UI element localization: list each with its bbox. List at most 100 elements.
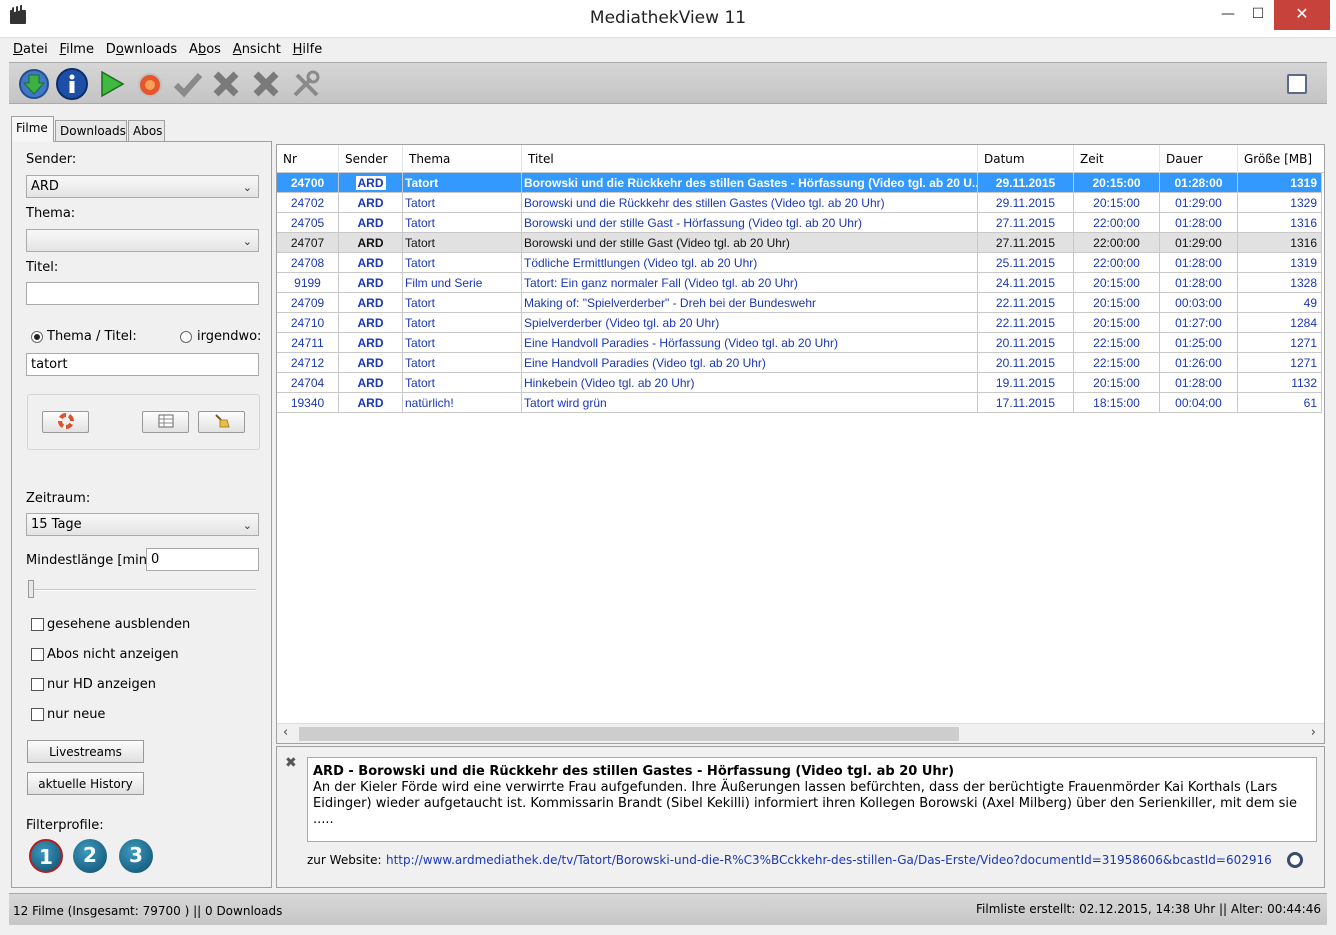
zeitraum-select[interactable]: 15 Tage ⌄: [26, 513, 259, 536]
cell-sender: ARD: [339, 333, 403, 353]
sender-select[interactable]: ARD ⌄: [26, 175, 259, 198]
tab-downloads[interactable]: Downloads: [55, 120, 127, 141]
table-row[interactable]: 24712 ARD Tatort Eine Handvoll Paradies (Vi…: [277, 353, 1322, 373]
sender-badge: ARD: [357, 196, 384, 210]
cell-datum: 17.11.2015: [978, 393, 1074, 413]
radio-irgendwo-label: irgendwo:: [197, 329, 262, 344]
delete-all-icon[interactable]: [249, 67, 283, 101]
mindestlaenge-slider-handle[interactable]: [28, 580, 34, 598]
table-row[interactable]: 24705 ARD Tatort Borowski und der stille Ga…: [277, 213, 1322, 233]
table-row[interactable]: 9199 ARD Film und Serie Tatort: Ein ganz no…: [277, 273, 1322, 293]
info-icon[interactable]: [55, 67, 89, 101]
cell-zeit: 20:15:00: [1074, 273, 1160, 293]
titel-input[interactable]: [26, 282, 259, 305]
cell-datum: 19.11.2015: [978, 373, 1074, 393]
column-header-dauer[interactable]: Dauer: [1160, 145, 1238, 173]
column-header-zeit[interactable]: Zeit: [1074, 145, 1160, 173]
checkbox-hd[interactable]: [31, 678, 44, 691]
menu-datei[interactable]: Datei: [9, 39, 52, 57]
cell-titel: Borowski und die Rückkehr des stillen Ga…: [522, 193, 978, 213]
cell-dauer: 00:03:00: [1160, 293, 1238, 313]
cell-nr: 24709: [277, 293, 339, 313]
table-row[interactable]: 24709 ARD Tatort Making of: "Spielverderber…: [277, 293, 1322, 313]
column-header-sender[interactable]: Sender: [339, 145, 403, 173]
menu-ansicht[interactable]: Ansicht: [229, 39, 285, 57]
cell-thema: Tatort: [403, 173, 522, 193]
profile-2-button[interactable]: 2: [73, 839, 107, 873]
search-input[interactable]: tatort: [26, 353, 259, 376]
table-row[interactable]: 24710 ARD Tatort Spielverderber (Video tgl.…: [277, 313, 1322, 333]
column-header-nr[interactable]: Nr: [277, 145, 339, 173]
column-header-groesse[interactable]: Größe [MB]: [1238, 145, 1324, 173]
cell-sender: ARD: [339, 233, 403, 253]
cell-titel: Tatort: Ein ganz normaler Fall (Video tg…: [522, 273, 978, 293]
checkmark-icon[interactable]: [171, 67, 205, 101]
table-row[interactable]: 24711 ARD Tatort Eine Handvoll Paradies - H…: [277, 333, 1322, 353]
menu-filme[interactable]: Filme: [56, 39, 98, 57]
menu-bar: Datei Filme Downloads Abos Ansicht Hilfe: [9, 39, 1327, 61]
horizontal-scrollbar[interactable]: ‹ ›: [277, 723, 1324, 743]
cell-sender: ARD: [339, 273, 403, 293]
delete-icon[interactable]: [209, 67, 243, 101]
sender-badge: ARD: [357, 376, 384, 390]
website-link[interactable]: http://www.ardmediathek.de/tv/Tatort/Bor…: [386, 853, 1272, 867]
sender-badge: ARD: [357, 396, 384, 410]
fullscreen-icon[interactable]: [1287, 74, 1307, 94]
sender-badge: ARD: [357, 336, 384, 350]
table-row[interactable]: 24702 ARD Tatort Borowski und die Rückkehr …: [277, 193, 1322, 213]
cell-titel: Hinkebein (Video tgl. ab 20 Uhr): [522, 373, 978, 393]
scroll-left-icon[interactable]: ‹: [283, 725, 288, 740]
cell-zeit: 20:15:00: [1074, 173, 1160, 193]
cell-titel: Making of: "Spielverderber" - Dreh bei d…: [522, 293, 978, 313]
table-row[interactable]: 24707 ARD Tatort Borowski und der stille Ga…: [277, 233, 1322, 253]
zeitraum-value: 15 Tage: [31, 517, 82, 532]
reset-filter-button[interactable]: [42, 411, 89, 433]
sender-value: ARD: [31, 179, 59, 194]
gear-icon[interactable]: [1287, 852, 1303, 868]
radio-thema-titel[interactable]: [31, 331, 43, 343]
mindestlaenge-input[interactable]: 0: [146, 548, 259, 571]
column-header-titel[interactable]: Titel: [522, 145, 978, 173]
thema-select[interactable]: ⌄: [26, 229, 259, 252]
table-layout-button[interactable]: [142, 411, 189, 433]
checkbox-abos[interactable]: [31, 648, 44, 661]
menu-abos[interactable]: Abos: [185, 39, 225, 57]
clear-filter-button[interactable]: [198, 411, 245, 433]
menu-hilfe[interactable]: Hilfe: [289, 39, 327, 57]
cell-groesse: 1284: [1238, 313, 1322, 333]
scrollbar-thumb[interactable]: [299, 727, 959, 741]
cell-groesse: 1132: [1238, 373, 1322, 393]
settings-tools-icon[interactable]: [289, 67, 323, 101]
column-header-datum[interactable]: Datum: [978, 145, 1074, 173]
table-row[interactable]: 24700 ARD Tatort Borowski und die Rückkehr …: [277, 173, 1322, 193]
table-row[interactable]: 24708 ARD Tatort Tödliche Ermittlungen (Vid…: [277, 253, 1322, 273]
description-text: An der Kieler Förde wird eine verwirrte …: [313, 780, 1298, 827]
checkbox-neue[interactable]: [31, 708, 44, 721]
mindestlaenge-slider-track[interactable]: [28, 589, 256, 591]
play-icon[interactable]: [95, 67, 129, 101]
cell-datum: 25.11.2015: [978, 253, 1074, 273]
tab-abos[interactable]: Abos: [128, 120, 165, 141]
table-icon: [158, 414, 173, 428]
cell-titel: Borowski und die Rückkehr des stillen Ga…: [522, 173, 978, 193]
download-list-icon[interactable]: [17, 67, 51, 101]
livestreams-button[interactable]: Livestreams: [27, 740, 144, 763]
cell-sender: ARD: [339, 293, 403, 313]
profile-1-button[interactable]: 1: [29, 839, 63, 873]
radio-irgendwo[interactable]: [180, 331, 192, 343]
table-row[interactable]: 24704 ARD Tatort Hinkebein (Video tgl. ab 2…: [277, 373, 1322, 393]
menu-downloads[interactable]: Downloads: [102, 39, 181, 57]
cell-groesse: 1329: [1238, 193, 1322, 213]
profile-3-button[interactable]: 3: [119, 839, 153, 873]
checkbox-gesehene[interactable]: [31, 618, 44, 631]
tab-filme[interactable]: Filme: [11, 116, 54, 142]
cell-sender: ARD: [339, 253, 403, 273]
close-description-icon[interactable]: ✖: [285, 755, 297, 771]
table-row[interactable]: 19340 ARD natürlich! Tatort wird grün 17.11.…: [277, 393, 1322, 413]
close-button[interactable]: ✕: [1274, 0, 1330, 30]
column-header-thema[interactable]: Thema: [403, 145, 522, 173]
cell-thema: Tatort: [403, 313, 522, 333]
history-button[interactable]: aktuelle History: [27, 772, 144, 795]
scroll-right-icon[interactable]: ›: [1311, 725, 1316, 740]
record-icon[interactable]: [133, 67, 167, 101]
